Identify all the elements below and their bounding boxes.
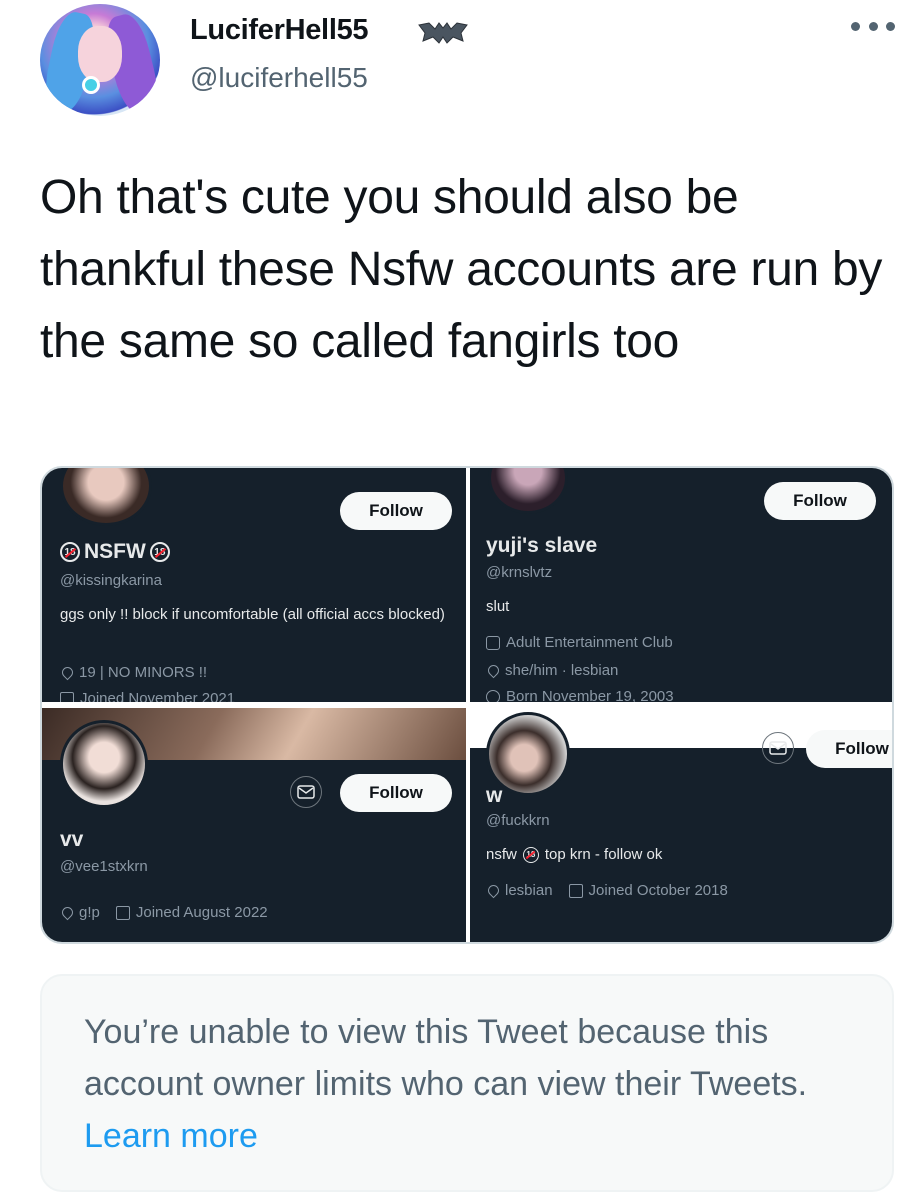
media-panel-3[interactable]: Follow vv @vee1stxkrn g!p Joined August …: [42, 708, 466, 942]
account-meta-row: g!p Joined August 2022: [59, 904, 268, 921]
account-meta-row: lesbian Joined October 2018: [485, 882, 728, 899]
mail-icon: [297, 785, 315, 799]
account-name: yuji's slave: [486, 534, 598, 557]
media-panel-1[interactable]: Follow 18 NSFW 18 @kissingkarina ggs onl…: [42, 468, 466, 702]
account-name: 18 NSFW 18: [60, 540, 170, 564]
location-text: g!p: [79, 904, 100, 921]
category-text: Adult Entertainment Club: [506, 634, 673, 651]
location-text: lesbian: [505, 882, 553, 899]
location-pin-icon: [59, 904, 76, 921]
joined-text: Joined November 2021: [80, 690, 236, 702]
badge-18-icon: 18: [60, 542, 80, 562]
profile-avatar: [60, 468, 152, 526]
badge-18-icon: 18: [522, 847, 539, 863]
calendar-icon: [115, 905, 130, 920]
account-handle: @vee1stxkrn: [60, 858, 148, 875]
media-panel-2[interactable]: Follow yuji's slave @krnslvtz slut Adult…: [470, 468, 892, 702]
location-pin-icon: [485, 662, 502, 679]
media-panel-4[interactable]: Follow w @fuckkrn nsfw 18 top krn - foll…: [470, 708, 892, 942]
avatar-lollipop: [82, 76, 100, 94]
tweet-media-grid[interactable]: Follow 18 NSFW 18 @kissingkarina ggs onl…: [40, 466, 894, 944]
follow-button[interactable]: Follow: [764, 482, 876, 520]
account-bio: slut: [486, 598, 510, 615]
account-bio: ggs only !! block if uncomfortable (all …: [60, 606, 445, 623]
calendar-icon: [568, 883, 583, 898]
bio-prefix: nsfw: [486, 846, 517, 863]
account-handle: @krnslvtz: [486, 564, 553, 581]
location-text: she/him · lesbian: [505, 662, 619, 679]
tweet-text: Oh that's cute you should also be thankf…: [40, 171, 883, 368]
calendar-icon: [60, 691, 74, 702]
account-bio: nsfw 18 top krn - follow ok: [486, 844, 662, 866]
more-icon[interactable]: [851, 16, 895, 36]
bio-suffix: top krn - follow ok: [544, 846, 663, 863]
bat-icon: [418, 22, 468, 44]
unavailable-tweet-notice: You’re unable to view this Tweet because…: [40, 974, 894, 1192]
profile-avatar: [488, 468, 568, 514]
location-pin-icon: [59, 664, 76, 681]
balloon-icon: [486, 689, 500, 702]
notice-text: You’re unable to view this Tweet because…: [84, 1006, 864, 1162]
author-handle[interactable]: @luciferhell55: [190, 62, 368, 94]
account-joined: Joined November 2021: [60, 690, 235, 702]
birth-text: Born November 19, 2003: [506, 688, 674, 702]
profile-avatar: [60, 720, 148, 808]
account-birthdate: Born November 19, 2003: [486, 688, 674, 702]
account-handle: @kissingkarina: [60, 572, 162, 589]
account-name: w: [486, 784, 503, 807]
account-location: 19 | NO MINORS !!: [59, 664, 208, 681]
message-button[interactable]: [762, 732, 794, 764]
mail-icon: [769, 741, 787, 755]
follow-button[interactable]: Follow: [340, 774, 452, 812]
notice-message: You’re unable to view this Tweet because…: [84, 1013, 808, 1103]
account-name-text: NSFW: [84, 540, 146, 563]
message-button[interactable]: [290, 776, 322, 808]
follow-button[interactable]: Follow: [340, 492, 452, 530]
location-text: 19 | NO MINORS !!: [79, 664, 208, 681]
learn-more-link[interactable]: Learn more: [84, 1117, 258, 1155]
account-location: she/him · lesbian: [485, 662, 619, 679]
author-avatar[interactable]: [40, 4, 160, 116]
joined-text: Joined October 2018: [588, 882, 728, 899]
account-handle: @fuckkrn: [486, 812, 550, 829]
location-pin-icon: [485, 882, 502, 899]
account-name: vv: [60, 828, 84, 851]
follow-button[interactable]: Follow: [806, 730, 892, 768]
briefcase-icon: [486, 635, 500, 650]
joined-text: Joined August 2022: [135, 904, 268, 921]
avatar-face: [78, 26, 122, 82]
account-category: Adult Entertainment Club: [486, 634, 673, 651]
author-display-name[interactable]: LuciferHell55: [190, 14, 369, 47]
badge-18-icon: 18: [149, 542, 170, 562]
